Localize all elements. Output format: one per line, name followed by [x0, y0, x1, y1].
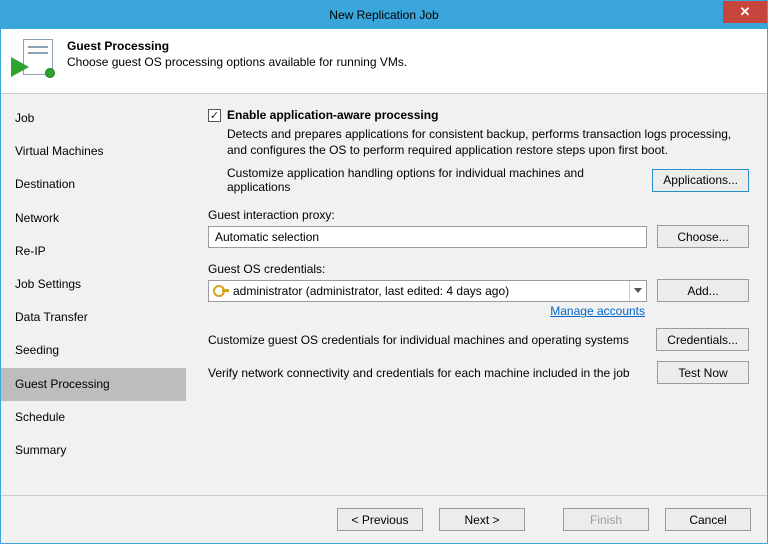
guest-processing-icon — [15, 39, 57, 81]
wizard-window: New Replication Job ✕ Guest Processing C… — [0, 0, 768, 544]
sidebar-item-job[interactable]: Job — [1, 102, 186, 135]
creds-select[interactable]: administrator (administrator, last edite… — [208, 280, 647, 302]
cancel-button[interactable]: Cancel — [665, 508, 751, 531]
proxy-input[interactable]: Automatic selection — [208, 226, 647, 248]
wizard-sidebar: Job Virtual Machines Destination Network… — [1, 94, 186, 495]
manage-accounts-row: Manage accounts — [208, 304, 749, 318]
customize-creds-text: Customize guest OS credentials for indiv… — [208, 333, 646, 347]
page-title: Guest Processing — [67, 39, 407, 53]
finish-button: Finish — [563, 508, 649, 531]
close-button[interactable]: ✕ — [723, 1, 767, 23]
credentials-button[interactable]: Credentials... — [656, 328, 749, 351]
sidebar-item-network[interactable]: Network — [1, 202, 186, 235]
sidebar-item-guest-processing[interactable]: Guest Processing — [1, 368, 186, 401]
key-icon — [213, 283, 229, 299]
wizard-body: Job Virtual Machines Destination Network… — [1, 94, 767, 495]
sidebar-item-destination[interactable]: Destination — [1, 168, 186, 201]
customize-apps-line: Customize application handling options f… — [227, 166, 749, 194]
verify-text: Verify network connectivity and credenti… — [208, 366, 647, 380]
customize-apps-text: Customize application handling options f… — [227, 166, 642, 194]
titlebar: New Replication Job ✕ — [1, 1, 767, 29]
enable-processing-description: Detects and prepares applications for co… — [227, 126, 749, 158]
creds-value: administrator (administrator, last edite… — [233, 284, 629, 298]
sidebar-item-schedule[interactable]: Schedule — [1, 401, 186, 434]
sidebar-item-summary[interactable]: Summary — [1, 434, 186, 467]
page-subtitle: Choose guest OS processing options avail… — [67, 55, 407, 69]
sidebar-item-data-transfer[interactable]: Data Transfer — [1, 301, 186, 334]
sidebar-item-job-settings[interactable]: Job Settings — [1, 268, 186, 301]
applications-button[interactable]: Applications... — [652, 169, 749, 192]
creds-label: Guest OS credentials: — [208, 262, 749, 276]
wizard-main: ✓ Enable application-aware processing De… — [186, 94, 767, 495]
proxy-label: Guest interaction proxy: — [208, 208, 749, 222]
enable-processing-row: ✓ Enable application-aware processing — [208, 108, 749, 122]
creds-row: administrator (administrator, last edite… — [208, 279, 749, 302]
previous-button[interactable]: < Previous — [337, 508, 423, 531]
test-now-button[interactable]: Test Now — [657, 361, 749, 384]
enable-processing-label: Enable application-aware processing — [227, 108, 438, 122]
customize-creds-line: Customize guest OS credentials for indiv… — [208, 328, 749, 351]
close-icon: ✕ — [740, 4, 751, 20]
sidebar-item-re-ip[interactable]: Re-IP — [1, 235, 186, 268]
header-texts: Guest Processing Choose guest OS process… — [67, 39, 407, 69]
window-title: New Replication Job — [329, 8, 438, 22]
wizard-footer: < Previous Next > Finish Cancel — [1, 495, 767, 543]
verify-line: Verify network connectivity and credenti… — [208, 361, 749, 384]
next-button[interactable]: Next > — [439, 508, 525, 531]
sidebar-item-virtual-machines[interactable]: Virtual Machines — [1, 135, 186, 168]
sidebar-item-seeding[interactable]: Seeding — [1, 334, 186, 367]
proxy-row: Automatic selection Choose... — [208, 225, 749, 248]
add-button[interactable]: Add... — [657, 279, 749, 302]
manage-accounts-link[interactable]: Manage accounts — [550, 304, 645, 318]
choose-button[interactable]: Choose... — [657, 225, 749, 248]
chevron-down-icon[interactable] — [629, 281, 646, 301]
enable-processing-checkbox[interactable]: ✓ — [208, 109, 221, 122]
wizard-header: Guest Processing Choose guest OS process… — [1, 29, 767, 94]
